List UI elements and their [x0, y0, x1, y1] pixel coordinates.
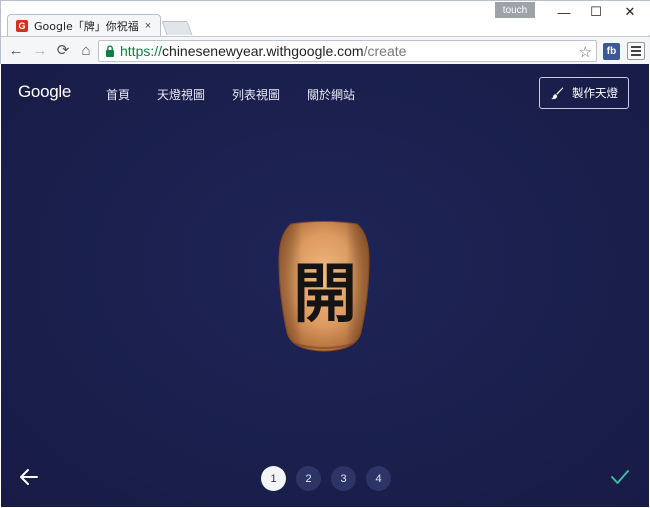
browser-window: G Google「牌」你祝福 × touch — ☐ ✕ ← → ⟳ ⌂ htt…	[0, 0, 650, 65]
browser-toolbar: ← → ⟳ ⌂ https://chinesenewyear.withgoogl…	[1, 36, 650, 65]
bookmark-star-icon[interactable]: ☆	[579, 43, 592, 61]
lantern-graphic: 開	[278, 221, 370, 352]
new-tab-button[interactable]	[161, 21, 193, 35]
nav-list-view[interactable]: 列表視圖	[232, 86, 280, 103]
step-4[interactable]: 4	[366, 466, 391, 491]
lantern-character: 開	[293, 257, 357, 332]
url-path: /create	[363, 43, 407, 59]
home-icon[interactable]: ⌂	[77, 41, 95, 59]
brush-icon	[551, 87, 564, 100]
create-lantern-label: 製作天燈	[572, 86, 618, 100]
confirm-check-icon[interactable]	[610, 468, 630, 486]
step-3[interactable]: 3	[331, 466, 356, 491]
address-bar[interactable]: https://chinesenewyear.withgoogle.com/cr…	[98, 40, 597, 62]
browser-menu-icon[interactable]	[627, 42, 645, 60]
google-logo[interactable]: Google	[18, 82, 71, 102]
google-favicon-icon: G	[16, 19, 28, 32]
back-icon[interactable]: ←	[7, 41, 25, 59]
step-indicator: 1 2 3 4	[261, 466, 391, 491]
step-1[interactable]: 1	[261, 466, 286, 491]
url-scheme: https://	[120, 43, 163, 59]
nav-home[interactable]: 首頁	[106, 86, 130, 103]
nav-lantern-view[interactable]: 天燈視圖	[157, 86, 205, 103]
create-lantern-button[interactable]: 製作天燈	[539, 77, 629, 109]
main-nav: 首頁 天燈視圖 列表視圖 關於網站	[106, 86, 382, 103]
back-arrow-icon[interactable]	[19, 468, 39, 486]
sky-lantern: 開	[277, 220, 371, 356]
browser-tab[interactable]: G Google「牌」你祝福 ×	[7, 14, 161, 36]
lock-icon	[106, 45, 114, 57]
forward-icon[interactable]: →	[31, 41, 49, 59]
close-window-icon[interactable]: ✕	[615, 3, 645, 21]
url-text: https://chinesenewyear.withgoogle.com/cr…	[120, 43, 406, 59]
minimize-icon[interactable]: —	[549, 3, 579, 21]
reload-icon[interactable]: ⟳	[54, 41, 72, 59]
page-canvas: Google 首頁 天燈視圖 列表視圖 關於網站 製作天燈 開 1 2 3 4	[1, 64, 649, 507]
nav-about[interactable]: 關於網站	[307, 86, 355, 103]
tab-close-icon[interactable]: ×	[142, 20, 154, 32]
maximize-icon[interactable]: ☐	[581, 3, 611, 21]
tab-strip: G Google「牌」你祝福 × touch — ☐ ✕	[1, 1, 650, 36]
tab-title: Google「牌」你祝福	[34, 19, 138, 33]
facebook-extension-icon[interactable]: fb	[603, 43, 620, 60]
url-host: chinesenewyear.withgoogle.com	[162, 43, 364, 59]
step-2[interactable]: 2	[296, 466, 321, 491]
touch-badge: touch	[495, 2, 535, 18]
